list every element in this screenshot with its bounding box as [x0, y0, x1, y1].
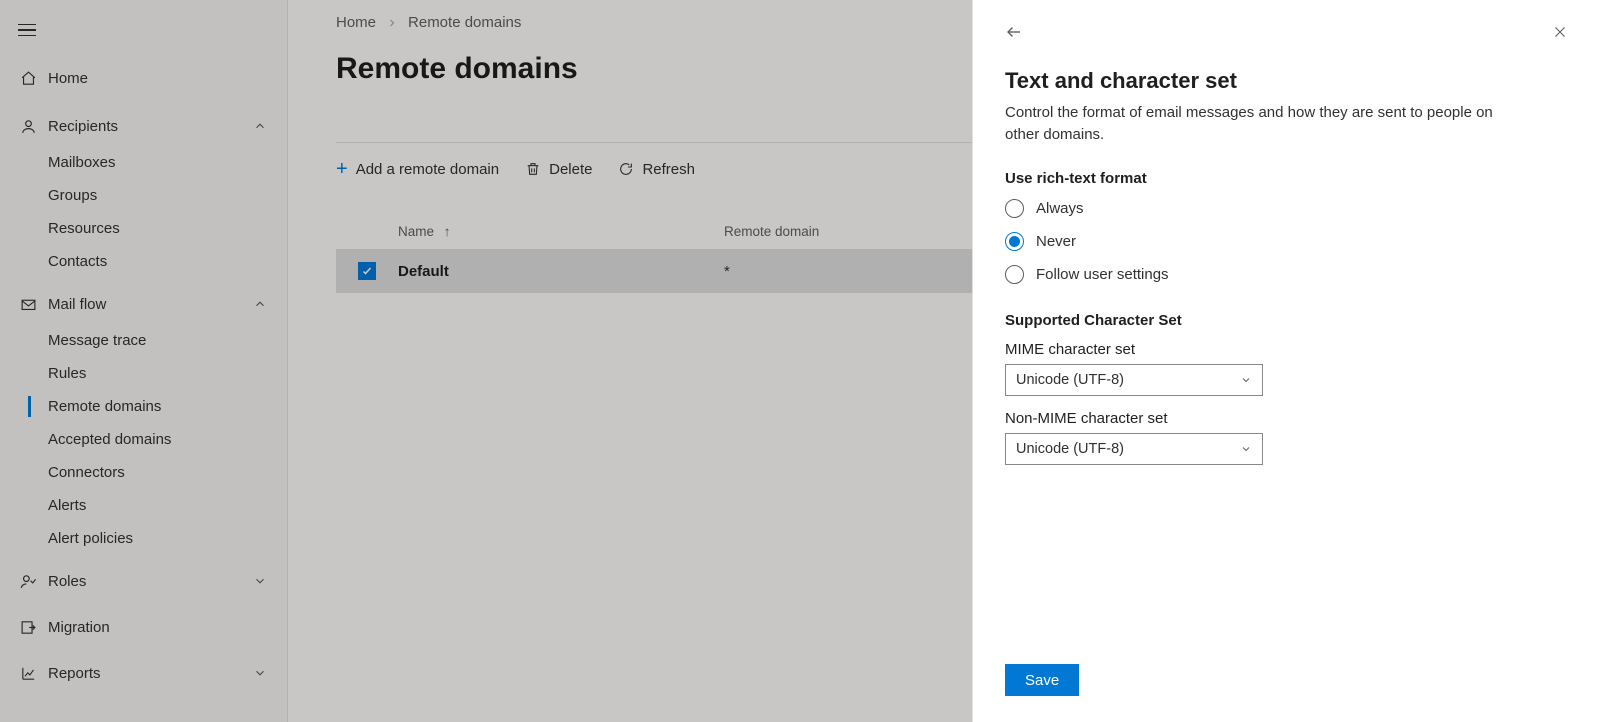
close-button[interactable]: [1552, 24, 1568, 40]
save-button[interactable]: Save: [1005, 664, 1079, 696]
radio-icon: [1005, 199, 1024, 218]
radio-label: Never: [1036, 233, 1076, 250]
rtf-option-always[interactable]: Always: [1005, 199, 1568, 218]
nonmime-charset-select[interactable]: Unicode (UTF-8): [1005, 433, 1263, 465]
rtf-option-follow-user[interactable]: Follow user settings: [1005, 265, 1568, 284]
radio-icon: [1005, 265, 1024, 284]
charset-heading: Supported Character Set: [1005, 312, 1568, 329]
back-button[interactable]: [1005, 23, 1023, 41]
panel-title: Text and character set: [1005, 68, 1568, 94]
radio-label: Always: [1036, 200, 1084, 217]
panel-description: Control the format of email messages and…: [1005, 102, 1525, 146]
select-value: Unicode (UTF-8): [1016, 441, 1124, 457]
chevron-down-icon: [1240, 374, 1252, 386]
mime-charset-select[interactable]: Unicode (UTF-8): [1005, 364, 1263, 396]
chevron-down-icon: [1240, 443, 1252, 455]
rtf-option-never[interactable]: Never: [1005, 232, 1568, 251]
rtf-heading: Use rich-text format: [1005, 170, 1568, 187]
rtf-radio-group: Always Never Follow user settings: [1005, 199, 1568, 284]
mime-label: MIME character set: [1005, 341, 1568, 358]
radio-icon: [1005, 232, 1024, 251]
nonmime-label: Non-MIME character set: [1005, 410, 1568, 427]
flyout-panel: Text and character set Control the forma…: [972, 0, 1600, 722]
modal-scrim[interactable]: [0, 0, 972, 722]
select-value: Unicode (UTF-8): [1016, 372, 1124, 388]
radio-label: Follow user settings: [1036, 266, 1169, 283]
